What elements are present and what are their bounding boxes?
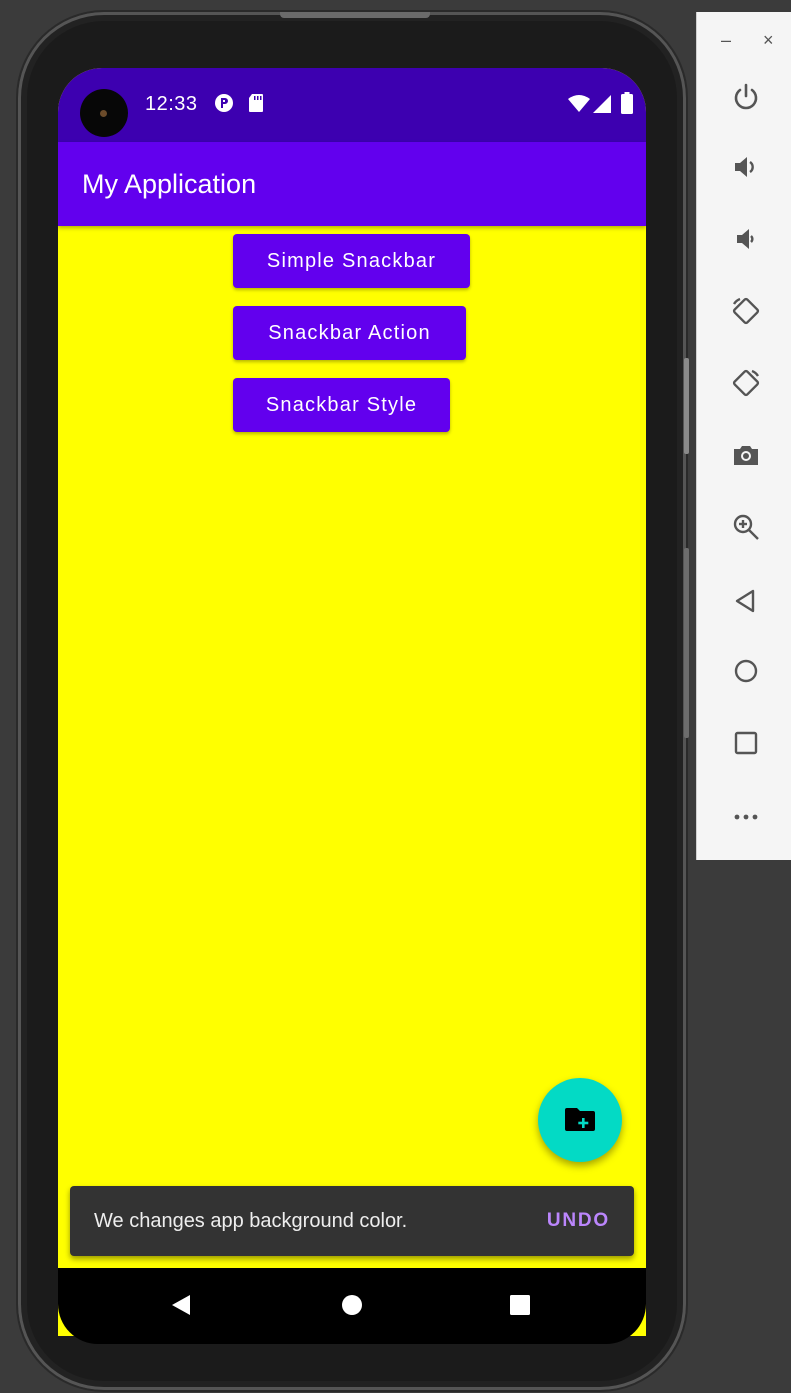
emulator-toolbar: – ×	[696, 12, 791, 860]
close-button[interactable]: ×	[763, 30, 774, 51]
snackbar-action-button[interactable]: Snackbar Action	[233, 306, 466, 360]
sd-card-icon	[248, 93, 264, 118]
volume-down-icon[interactable]	[731, 224, 761, 254]
power-side-button	[684, 358, 689, 454]
screenshot-icon[interactable]	[731, 440, 761, 470]
app-title: My Application	[82, 169, 257, 199]
home-icon[interactable]	[341, 1294, 363, 1321]
create-new-folder-icon	[565, 1108, 595, 1131]
snackbar-undo-button[interactable]: UNDO	[547, 1210, 610, 1232]
status-bar: 12:33	[58, 68, 646, 142]
home-icon[interactable]	[731, 656, 761, 686]
floating-action-button[interactable]	[538, 1078, 622, 1162]
device-screen: 12:33 My Application Simple Snackbar Sna…	[58, 68, 646, 1336]
back-icon[interactable]	[170, 1294, 192, 1321]
front-camera	[80, 89, 128, 137]
volume-side-button	[684, 548, 689, 738]
overview-icon[interactable]	[731, 728, 761, 758]
status-time: 12:33	[145, 93, 198, 115]
battery-icon	[621, 92, 633, 119]
back-icon[interactable]	[731, 586, 761, 616]
rotate-left-icon[interactable]	[731, 296, 761, 326]
recents-icon[interactable]	[509, 1294, 531, 1321]
app-bar: My Application	[58, 142, 646, 226]
snackbar-style-button[interactable]: Snackbar Style	[233, 378, 450, 432]
navigation-bar	[58, 1268, 646, 1344]
volume-up-icon[interactable]	[731, 152, 761, 182]
more-icon[interactable]	[731, 802, 761, 832]
sync-icon	[214, 93, 234, 118]
phone-earpiece	[280, 12, 430, 18]
signal-icon	[593, 95, 611, 118]
power-icon[interactable]	[731, 82, 761, 112]
minimize-button[interactable]: –	[721, 30, 731, 51]
rotate-right-icon[interactable]	[731, 368, 761, 398]
wifi-icon	[568, 95, 590, 118]
snackbar-message: We changes app background color.	[94, 1210, 408, 1232]
zoom-icon[interactable]	[731, 512, 761, 542]
snackbar: We changes app background color. UNDO	[70, 1186, 634, 1256]
simple-snackbar-button[interactable]: Simple Snackbar	[233, 234, 470, 288]
